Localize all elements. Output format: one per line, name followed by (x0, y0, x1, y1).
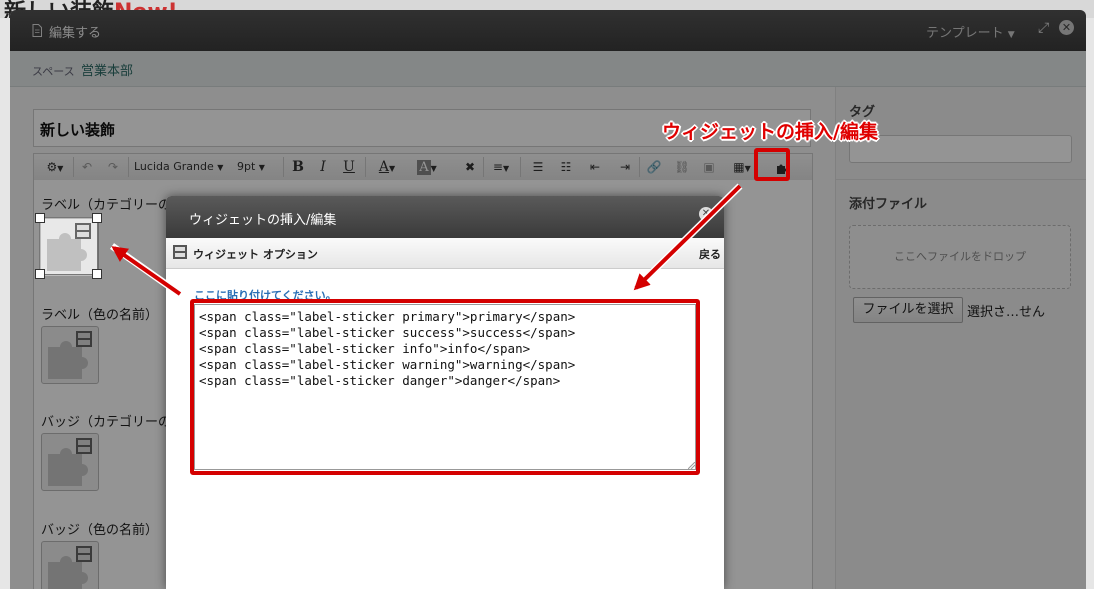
arrow-to-widget (111, 246, 182, 296)
arrow-to-textarea (633, 184, 742, 291)
callout-arrows (109, 183, 743, 297)
